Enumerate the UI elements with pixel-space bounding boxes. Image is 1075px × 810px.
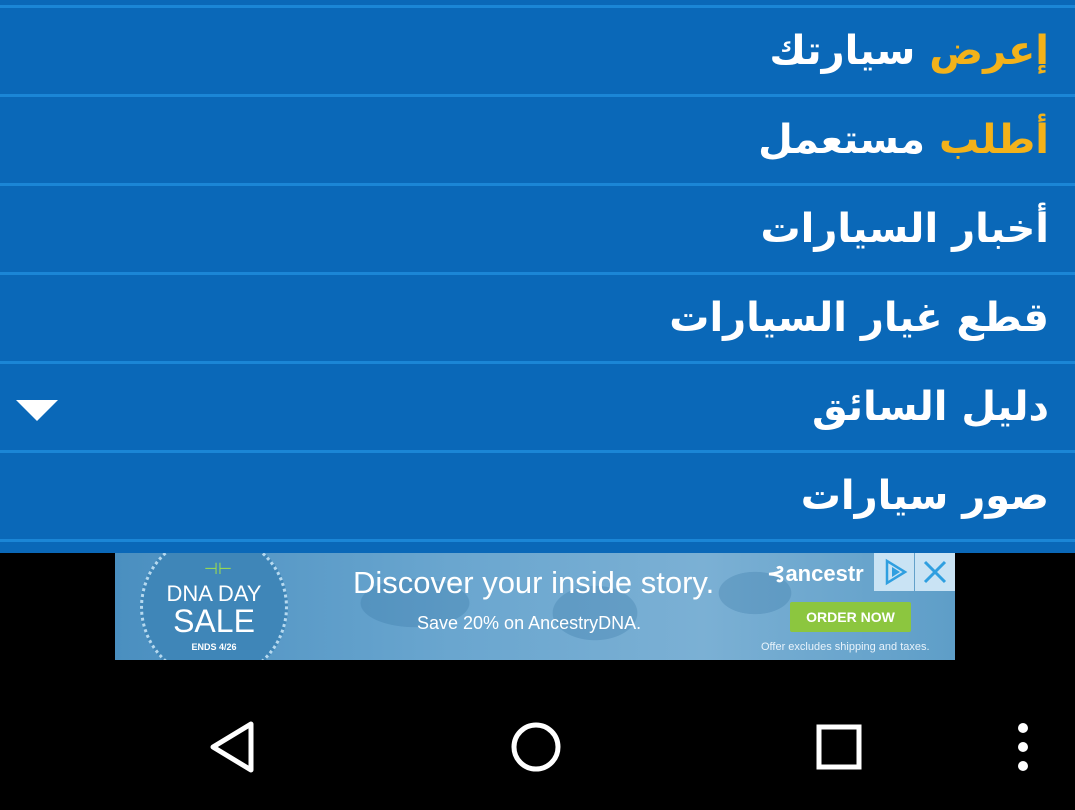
ad-headline: Discover your inside story. <box>353 565 715 600</box>
menu-item-request-used[interactable]: أطلب مستعمل <box>0 97 1075 186</box>
menu-item-label: إعرض سيارتك <box>769 28 1049 74</box>
ad-brand: ⊰ancestr <box>767 561 864 586</box>
badge-line2: SALE <box>173 603 255 639</box>
menu-item-car-photos[interactable]: صور سيارات <box>0 453 1075 542</box>
menu-item-car-parts[interactable]: قطع غيار السيارات <box>0 275 1075 364</box>
menu-item-label: دليل السائق <box>811 384 1049 430</box>
badge-line3: ENDS 4/26 <box>191 642 237 652</box>
dna-leaf-icon: ⊣⊢ <box>204 559 232 578</box>
menu-item-car-news[interactable]: أخبار السيارات <box>0 186 1075 275</box>
recents-square-icon[interactable] <box>814 722 864 776</box>
back-triangle-icon[interactable] <box>205 718 259 780</box>
home-circle-icon[interactable] <box>509 720 563 778</box>
menu-item-show-your-car[interactable]: إعرض سيارتك <box>0 8 1075 97</box>
menu-item-label: أطلب مستعمل <box>758 117 1049 163</box>
menu-item-label: أخبار السيارات <box>760 206 1049 252</box>
adchoices-icon[interactable] <box>874 553 914 591</box>
drawer-menu: إعرض سيارتك أطلب مستعمل أخبار السيارات ق… <box>0 0 1075 553</box>
menu-item-label: قطع غيار السيارات <box>669 295 1049 341</box>
ad-banner[interactable]: ⊣⊢ DNA DAY SALE ENDS 4/26 Discover your … <box>115 553 955 660</box>
menu-item-label: صور سيارات <box>800 473 1049 519</box>
caret-down-icon[interactable] <box>16 400 58 421</box>
menu-item-driver-guide[interactable]: دليل السائق <box>0 364 1075 453</box>
ad-close-icon[interactable] <box>915 553 955 591</box>
ad-subline: Save 20% on AncestryDNA. <box>417 613 642 633</box>
dna-day-badge: ⊣⊢ DNA DAY SALE ENDS 4/26 <box>140 553 288 660</box>
overflow-dots-icon[interactable] <box>1012 722 1034 776</box>
ancestry-leaf-icon: ⊰ <box>767 561 786 586</box>
system-nav-bar <box>0 660 1075 810</box>
ad-disclaimer: Offer excludes shipping and taxes. <box>761 641 930 653</box>
order-now-button[interactable]: ORDER NOW <box>790 602 911 632</box>
